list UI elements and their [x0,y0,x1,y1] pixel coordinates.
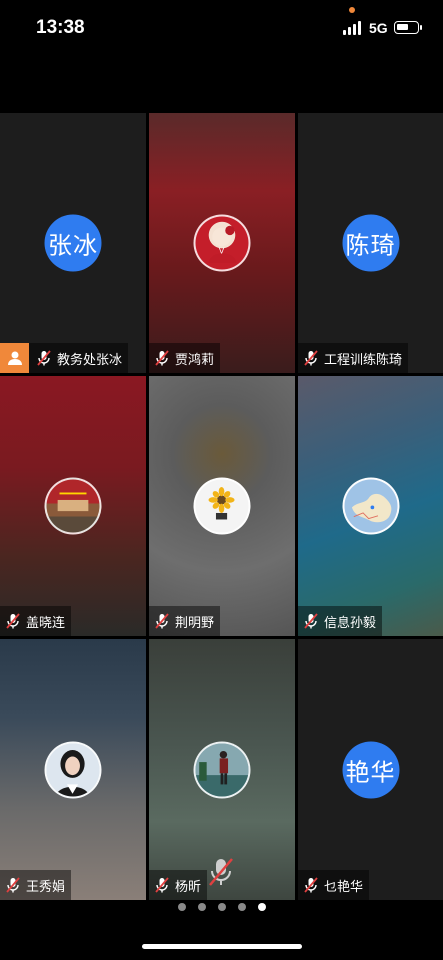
participant-tile[interactable]: 陈琦 工程训练陈琦 [298,113,443,373]
page-dot[interactable] [217,903,226,911]
mic-muted-icon [153,612,171,630]
participant-tile[interactable]: 信息孙毅 [298,376,443,636]
participant-label: 贾鸿莉 [149,343,221,373]
network-label: 5G [369,20,388,36]
mic-muted-icon [302,876,320,894]
avatar [193,741,251,798]
mic-muted-icon [153,349,171,367]
participant-label: 王秀娟 [0,870,72,900]
avatar [342,477,399,535]
participant-name: 杨昕 [175,878,202,894]
avatar: 艳华 [342,741,399,798]
participant-name: 工程训练陈琦 [324,351,403,367]
participant-name: 盖晓连 [26,614,66,630]
recording-indicator-dot [349,7,355,13]
participant-label: 盖晓连 [0,606,72,636]
mic-muted-icon [302,349,320,367]
participant-label: 荆明野 [149,606,221,636]
avatar [44,477,102,535]
participant-name: 荆明野 [175,614,215,630]
mic-muted-icon [153,876,171,894]
participant-tile[interactable]: 张冰 教务处张冰 [0,113,146,373]
self-mic-muted-icon[interactable] [206,856,236,888]
signal-icon [343,21,361,35]
participant-tile[interactable]: 王秀娟 [0,639,146,900]
host-person-icon [0,343,29,373]
participant-tile[interactable]: V 贾鸿莉 [149,113,295,373]
participant-label: 乜艳华 [298,870,370,900]
home-indicator[interactable] [142,944,302,949]
participant-label: 工程训练陈琦 [298,343,409,373]
page-indicator[interactable] [0,903,443,915]
participant-label: 信息孙毅 [298,606,383,636]
participant-name: 信息孙毅 [324,614,377,630]
page-dot-active[interactable] [257,903,266,911]
svg-text:V: V [219,246,225,256]
participant-label: 杨昕 [149,870,208,900]
avatar: V [193,214,251,272]
status-bar: 13:38 5G [0,0,443,60]
participant-name: 教务处张冰 [57,351,123,367]
avatar [193,477,251,535]
avatar [44,741,102,798]
participant-name: 王秀娟 [26,878,66,894]
page-dot[interactable] [197,903,206,911]
participant-grid: 张冰 教务处张冰 V 贾鸿莉 陈琦 工程训练陈琦 盖晓连 荆明野 信息孙毅 王秀… [0,113,443,900]
participant-tile[interactable]: 盖晓连 [0,376,146,636]
participant-name: 乜艳华 [324,878,364,894]
avatar: 陈琦 [342,214,399,272]
participant-tile[interactable]: 艳华 乜艳华 [298,639,443,900]
participant-label: 教务处张冰 [0,343,129,373]
mic-muted-icon [4,612,22,630]
mic-muted-icon [4,876,22,894]
status-time: 13:38 [36,17,85,38]
battery-icon [394,21,422,34]
participant-tile[interactable]: 荆明野 [149,376,295,636]
mic-muted-icon [302,612,320,630]
participant-name: 贾鸿莉 [175,351,215,367]
mic-muted-icon [35,349,53,367]
page-dot[interactable] [237,903,246,911]
page-dot[interactable] [177,903,186,911]
avatar: 张冰 [44,214,102,272]
